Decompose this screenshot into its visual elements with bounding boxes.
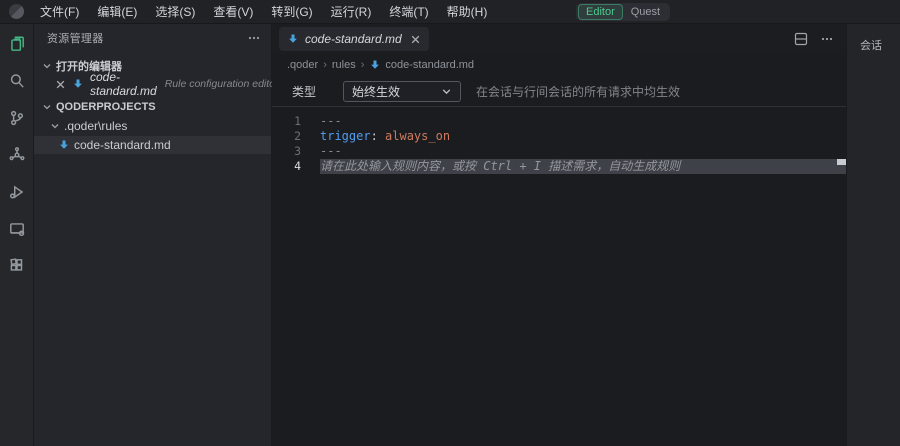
yaml-colon: : <box>371 129 385 143</box>
explorer-icon[interactable] <box>7 34 27 54</box>
tab-close-icon[interactable] <box>410 34 421 45</box>
code-line-3: 3 --- <box>272 144 846 159</box>
rule-file-icon <box>72 78 84 90</box>
app-window: 文件(F) 编辑(E) 选择(S) 查看(V) 转到(G) 运行(R) 终端(T… <box>0 0 900 446</box>
file-label: code-standard.md <box>74 138 171 152</box>
yaml-value: always_on <box>385 129 450 143</box>
close-icon[interactable] <box>55 79 66 90</box>
sidebar-title: 资源管理器 <box>47 30 104 46</box>
chat-panel: 会话 <box>846 24 900 446</box>
menu-edit[interactable]: 编辑(E) <box>89 1 145 22</box>
tab-code-standard[interactable]: code-standard.md <box>279 27 429 51</box>
more-actions-icon[interactable] <box>820 32 834 46</box>
code-editor[interactable]: 1 --- 2 trigger: always_on 3 --- 4 请在此处输… <box>272 107 846 446</box>
chat-panel-title[interactable]: 会话 <box>847 24 900 53</box>
tree-file-code-standard[interactable]: code-standard.md <box>34 136 271 154</box>
chevron-right-icon: › <box>323 59 327 71</box>
sidebar-header: 资源管理器 <box>34 24 271 52</box>
ai-network-icon[interactable] <box>7 145 27 165</box>
chevron-down-icon <box>50 121 60 131</box>
menu-run[interactable]: 运行(R) <box>323 1 380 22</box>
code-line-4-current[interactable]: 4 请在此处输入规则内容，或按 Ctrl + I 描述需求，自动生成规则 <box>272 159 846 174</box>
line-number: 1 <box>272 114 320 129</box>
menu-bar: 文件(F) 编辑(E) 选择(S) 查看(V) 转到(G) 运行(R) 终端(T… <box>32 1 495 22</box>
rule-type-select[interactable]: 始终生效 <box>343 81 461 102</box>
rule-type-form: 类型 始终生效 在会话与行间会话的所有请求中均生效 <box>272 76 846 106</box>
yaml-key: trigger <box>320 129 371 143</box>
open-file-detail: Rule configuration editor <box>165 78 279 90</box>
type-label: 类型 <box>292 83 316 100</box>
remote-window-icon[interactable] <box>7 219 27 239</box>
open-file-name: code-standard.md <box>90 70 157 98</box>
menu-file[interactable]: 文件(F) <box>32 1 87 22</box>
editor-placeholder: 请在此处输入规则内容，或按 Ctrl + I 描述需求，自动生成规则 <box>320 159 680 173</box>
mode-toggle: Editor Quest <box>576 3 670 21</box>
extensions-icon[interactable] <box>7 256 27 276</box>
menu-go[interactable]: 转到(G) <box>263 1 320 22</box>
tree-root-qoderprojects[interactable]: QODERPROJECTS <box>34 98 271 116</box>
editor-group: code-standard.md .qoder › rul <box>272 24 846 446</box>
menu-view[interactable]: 查看(V) <box>205 1 261 22</box>
yaml-delimiter: --- <box>320 114 342 128</box>
chevron-down-icon <box>42 102 52 112</box>
open-editor-item[interactable]: code-standard.md Rule configuration edit… <box>34 75 271 93</box>
breadcrumb-item-qoder[interactable]: .qoder <box>287 59 318 71</box>
source-control-icon[interactable] <box>7 108 27 128</box>
breadcrumb-item-rules[interactable]: rules <box>332 59 356 71</box>
main-area: 资源管理器 打开的编辑器 code-standard.md <box>0 24 900 446</box>
project-root-label: QODERPROJECTS <box>56 101 156 113</box>
tree-folder-qoder-rules[interactable]: .qoder\rules <box>34 117 271 135</box>
chevron-down-icon <box>42 61 52 71</box>
activity-bar <box>0 24 34 446</box>
code-line-2: 2 trigger: always_on <box>272 129 846 144</box>
overview-ruler-cursor-marker <box>837 159 846 165</box>
mode-editor-button[interactable]: Editor <box>578 4 623 20</box>
chevron-down-icon <box>441 86 452 97</box>
rule-type-hint: 在会话与行间会话的所有请求中均生效 <box>476 83 680 100</box>
line-number: 3 <box>272 144 320 159</box>
menu-terminal[interactable]: 终端(T) <box>381 1 436 22</box>
breadcrumb: .qoder › rules › code-standard.md <box>272 54 846 76</box>
code-line-1: 1 --- <box>272 114 846 129</box>
search-icon[interactable] <box>7 71 27 91</box>
rule-file-icon <box>369 59 381 71</box>
rule-file-icon <box>287 33 299 45</box>
yaml-delimiter: --- <box>320 144 342 158</box>
tab-label: code-standard.md <box>305 32 402 46</box>
explorer-sidebar: 资源管理器 打开的编辑器 code-standard.md <box>34 24 272 446</box>
title-bar: 文件(F) 编辑(E) 选择(S) 查看(V) 转到(G) 运行(R) 终端(T… <box>0 0 900 24</box>
folder-label: .qoder\rules <box>64 119 127 133</box>
menu-selection[interactable]: 选择(S) <box>147 1 203 22</box>
menu-help[interactable]: 帮助(H) <box>439 1 496 22</box>
line-number: 2 <box>272 129 320 144</box>
app-logo-icon <box>9 4 24 19</box>
breadcrumb-file-label: code-standard.md <box>385 59 474 71</box>
breadcrumb-item-file[interactable]: code-standard.md <box>369 59 474 71</box>
split-editor-icon[interactable] <box>794 32 808 46</box>
sidebar-more-actions-icon[interactable] <box>247 31 261 45</box>
mode-quest-button[interactable]: Quest <box>623 4 668 20</box>
editor-actions <box>794 32 846 46</box>
rule-type-value: 始终生效 <box>352 83 400 100</box>
run-debug-icon[interactable] <box>7 182 27 202</box>
rule-file-icon <box>58 139 70 151</box>
line-number-active: 4 <box>272 159 320 174</box>
tab-bar: code-standard.md <box>272 24 846 54</box>
chevron-right-icon: › <box>361 59 365 71</box>
